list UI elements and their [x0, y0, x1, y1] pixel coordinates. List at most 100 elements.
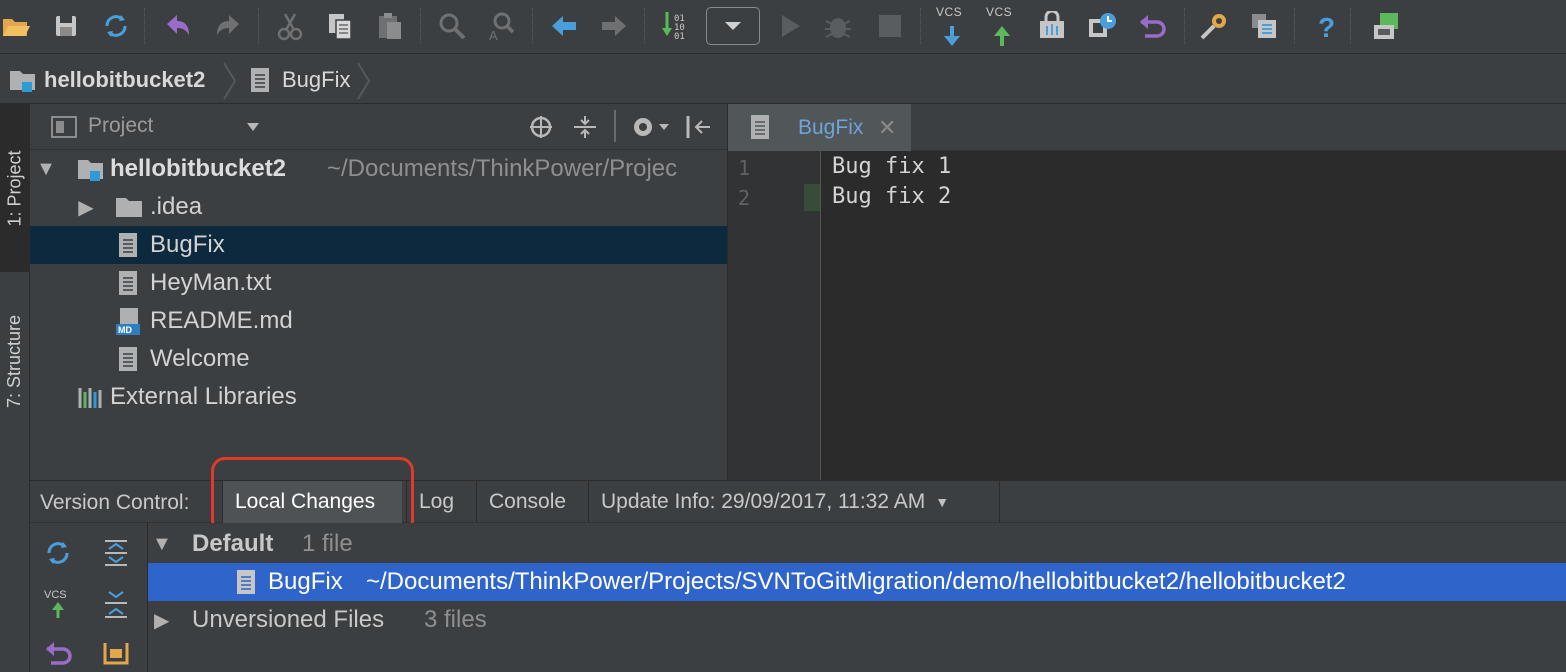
paste-icon[interactable] [370, 6, 410, 46]
tree-item-welcome[interactable]: Welcome [30, 340, 727, 378]
help-icon[interactable]: ? [1306, 6, 1346, 46]
debug-icon[interactable] [818, 6, 858, 46]
project-view-title[interactable]: Project [88, 114, 153, 138]
open-folder-icon[interactable] [0, 6, 36, 46]
tab-log[interactable]: Log [406, 481, 476, 523]
run-config-dropdown[interactable] [706, 7, 760, 45]
back-icon[interactable] [544, 6, 584, 46]
vcs-revert-icon[interactable] [1132, 6, 1172, 46]
collapse-all-icon[interactable] [572, 114, 598, 140]
tab-console[interactable]: Console [476, 481, 588, 523]
sdk-manager-icon[interactable] [1366, 6, 1406, 46]
stop-icon[interactable] [870, 6, 910, 46]
breadcrumb-project-label: hellobitbucket2 [44, 67, 206, 92]
change-marker[interactable] [804, 184, 820, 211]
redo-icon[interactable] [208, 6, 248, 46]
expand-right-icon[interactable]: ▶ [154, 608, 169, 633]
editor-panel: BugFix ✕ 1 2 Bug fix 1 Bug fix 2 [727, 104, 1566, 480]
file-icon [751, 115, 769, 139]
chevron-down-icon[interactable] [246, 122, 260, 132]
settings-icon[interactable] [1194, 6, 1234, 46]
vcs-commit-icon[interactable] [982, 16, 1022, 56]
svg-text:MD: MD [118, 325, 132, 335]
svg-text:A: A [489, 28, 498, 41]
tab-structure[interactable]: 7: Structure [0, 276, 30, 446]
project-panel: Project ▼ hellobitbucket2 ~/Documents/Th… [30, 104, 727, 480]
replace-icon[interactable]: A [482, 6, 522, 46]
tool-window-strip: 1: Project 7: Structure [0, 104, 30, 672]
tree-item-idea[interactable]: ▶ .idea [30, 188, 727, 226]
forward-icon[interactable] [594, 6, 634, 46]
copy-icon[interactable] [320, 6, 360, 46]
vcs-commit-icon[interactable]: VCS [38, 583, 78, 623]
changelist-name: Unversioned Files [192, 606, 385, 633]
tree-item-bugfix[interactable]: BugFix [30, 226, 727, 264]
tree-item-label: HeyMan.txt [150, 269, 272, 296]
changelist-unversioned[interactable]: ▶ Unversioned Files 3 files [148, 601, 1566, 639]
svg-text:01: 01 [674, 32, 685, 42]
breadcrumb-file[interactable]: BugFix [248, 65, 350, 95]
tree-root[interactable]: ▼ hellobitbucket2 ~/Documents/ThinkPower… [30, 150, 727, 188]
expand-all-icon[interactable] [96, 533, 136, 573]
locate-icon[interactable] [528, 114, 554, 140]
cut-icon[interactable] [270, 6, 310, 46]
tree-item-heyman[interactable]: HeyMan.txt [30, 264, 727, 302]
breadcrumb-file-label: BugFix [282, 67, 351, 92]
expand-down-icon[interactable]: ▼ [36, 158, 56, 181]
changed-file-path: ~/Documents/ThinkPower/Projects/SVNToGit… [366, 568, 1346, 595]
gear-icon[interactable] [630, 113, 670, 141]
vcs-commit-label: VCS [44, 589, 67, 601]
save-icon[interactable] [46, 6, 86, 46]
main-toolbar: A 01 10 01 VCS VCS ? [0, 0, 1566, 54]
project-folder-icon [10, 71, 35, 92]
tab-update-info[interactable]: Update Info: 29/09/2017, 11:32 AM ▼ [588, 481, 1000, 523]
refresh-icon[interactable] [38, 533, 78, 573]
changed-file-name: BugFix [268, 568, 343, 595]
project-folder-icon [78, 160, 103, 181]
tab-project[interactable]: 1: Project [0, 104, 30, 272]
undo-icon[interactable] [158, 6, 198, 46]
vcs-history-icon[interactable] [1082, 6, 1122, 46]
changed-file-row[interactable]: BugFix ~/Documents/ThinkPower/Projects/S… [148, 563, 1566, 601]
code-line[interactable]: Bug fix 2 [832, 184, 951, 209]
make-icon[interactable]: 01 10 01 [656, 6, 696, 46]
project-structure-icon[interactable] [1244, 6, 1284, 46]
tab-label: Log [419, 490, 455, 513]
hide-panel-icon[interactable] [684, 114, 714, 140]
tree-item-label: BugFix [150, 231, 225, 258]
project-panel-header: Project [30, 104, 727, 150]
rollback-icon[interactable] [38, 633, 78, 672]
close-icon[interactable]: ✕ [878, 115, 896, 141]
sync-icon[interactable] [96, 6, 136, 46]
tree-item-label: .idea [150, 193, 203, 220]
tree-external-libraries[interactable]: External Libraries [30, 378, 727, 416]
find-icon[interactable] [432, 6, 472, 46]
code-line[interactable]: Bug fix 1 [832, 154, 951, 179]
editor-tab-bugfix[interactable]: BugFix ✕ [728, 104, 911, 151]
tree-item-label: Welcome [150, 345, 250, 372]
changes-list: ▼ Default 1 file BugFix ~/Documents/Thin… [148, 523, 1566, 672]
markdown-file-icon: MD [116, 308, 140, 335]
project-view-icon [51, 116, 77, 138]
line-number: 2 [738, 186, 751, 210]
collapse-all-icon[interactable] [96, 583, 136, 623]
tree-root-name: hellobitbucket2 [110, 155, 287, 182]
chevron-down-icon[interactable]: ▼ [935, 494, 949, 510]
local-changes-panel: VCS ▼ Default 1 file BugFix ~/Documents/… [30, 523, 1566, 672]
vcs-update-icon[interactable] [932, 16, 972, 56]
expand-right-icon[interactable]: ▶ [76, 195, 96, 220]
tab-structure-label: 7: Structure [4, 314, 25, 408]
tree-item-readme[interactable]: MD README.md [30, 302, 727, 340]
vcs-diff-icon[interactable] [1032, 6, 1072, 46]
run-icon[interactable] [770, 6, 810, 46]
chevron-right-icon [223, 62, 237, 100]
shelve-icon[interactable] [96, 633, 136, 672]
expand-down-icon[interactable]: ▼ [152, 533, 172, 556]
changes-toolbar: VCS [30, 523, 148, 672]
breadcrumb: hellobitbucket2 BugFix [0, 55, 1566, 104]
file-icon [119, 347, 137, 371]
tab-label: Console [489, 490, 567, 513]
breadcrumb-project[interactable]: hellobitbucket2 [8, 65, 205, 95]
changelist-default[interactable]: ▼ Default 1 file [148, 525, 1566, 563]
folder-icon [116, 198, 142, 217]
